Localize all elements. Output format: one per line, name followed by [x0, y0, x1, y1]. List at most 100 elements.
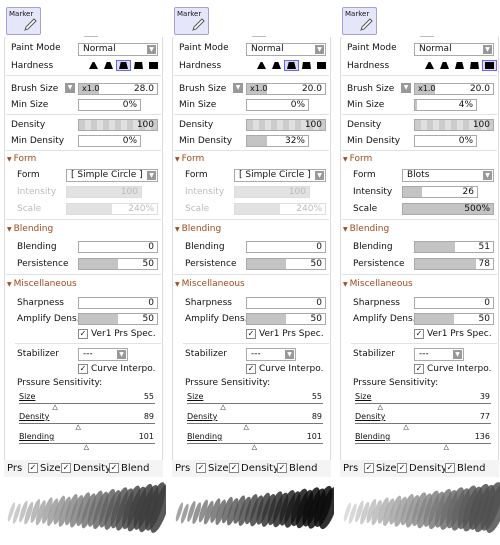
min-density-field[interactable]: 0% [414, 135, 477, 147]
persistence-field[interactable]: 50 [78, 258, 158, 270]
sharpness-field[interactable]: 0 [78, 297, 158, 309]
blending-field[interactable]: 0 [246, 241, 326, 253]
blending-field[interactable]: 0 [78, 241, 158, 253]
form-dropdown[interactable]: Blots ▼ [402, 169, 494, 182]
hardness-option-5[interactable] [314, 60, 329, 71]
hardness-option-3[interactable] [452, 60, 467, 71]
slider-handle-icon[interactable]: △ [84, 444, 89, 451]
hardness-option-4[interactable] [467, 60, 482, 71]
pressure-blending-slider[interactable] [355, 443, 491, 444]
density-label: Density [11, 120, 46, 130]
density-field[interactable]: 100 [246, 119, 326, 131]
hardness-option-1[interactable] [86, 60, 101, 71]
pressure-density-slider[interactable] [187, 423, 323, 424]
pressure-size-slider[interactable] [19, 403, 155, 404]
amplify-density-field[interactable]: 50 [414, 313, 494, 325]
slider-handle-icon[interactable]: △ [76, 424, 81, 431]
pressure-size-slider[interactable] [187, 403, 323, 404]
scale-field-fill [67, 204, 112, 214]
hardness-option-3[interactable] [116, 60, 131, 71]
hardness-option-5[interactable] [146, 60, 161, 71]
scale-field[interactable]: 500% [402, 203, 494, 215]
sharpness-field[interactable]: 0 [414, 297, 494, 309]
tool-name: Marker [177, 10, 202, 18]
checkmark-icon: ✓ [229, 463, 239, 473]
amplify-density-field[interactable]: 50 [246, 313, 326, 325]
hardness-option-1[interactable] [422, 60, 437, 71]
hardness-shape-icon [440, 62, 449, 69]
hardness-option-2[interactable] [269, 60, 284, 71]
brush-size-field[interactable]: 28.0 x1.0 [78, 83, 158, 95]
stabilizer-dropdown[interactable]: --- ▼ [78, 348, 128, 361]
pressure-density-slider[interactable] [19, 423, 155, 424]
slider-handle-icon[interactable]: △ [403, 424, 408, 431]
min-size-field[interactable]: 0% [78, 99, 141, 111]
brush-size-field[interactable]: 20.0 x1.0 [414, 83, 494, 95]
checkmark-icon: ✓ [196, 463, 206, 473]
miscellaneous-section-header[interactable]: Miscellaneous [7, 279, 77, 289]
amplify-density-field[interactable]: 50 [78, 313, 158, 325]
slider-handle-icon[interactable]: △ [220, 404, 225, 411]
brush-size-multiplier-button[interactable]: ▼ [65, 83, 75, 93]
paint-mode-dropdown[interactable]: Normal ▼ [246, 43, 326, 56]
tool-button-marker[interactable]: Marker [342, 7, 377, 35]
blending-section-header[interactable]: Blending [343, 224, 390, 234]
miscellaneous-section-header[interactable]: Miscellaneous [343, 279, 413, 289]
ver1-label: Ver1 Prs Spec. [259, 329, 324, 339]
brush-size-field[interactable]: 20.0 x1.0 [246, 83, 326, 95]
stabilizer-dropdown[interactable]: --- ▼ [246, 348, 296, 361]
intensity-field-value: 100 [120, 187, 138, 197]
min-density-field[interactable]: 0% [78, 135, 141, 147]
pressure-size-value: 55 [143, 392, 154, 401]
paint-mode-dropdown[interactable]: Normal ▼ [414, 43, 494, 56]
min-density-field[interactable]: 32% [246, 135, 309, 147]
hardness-option-4[interactable] [299, 60, 314, 71]
pressure-size-slider[interactable] [355, 403, 491, 404]
density-field-value: 100 [304, 120, 322, 130]
divider [342, 114, 497, 115]
paint-mode-dropdown[interactable]: Normal ▼ [78, 43, 158, 56]
intensity-label: Intensity [17, 187, 57, 197]
stabilizer-dropdown[interactable]: --- ▼ [414, 348, 464, 361]
amplify-density-label: Amplify Dens. [353, 314, 416, 324]
slider-handle-icon[interactable]: △ [443, 444, 448, 451]
pressure-blending-value: 101 [306, 432, 322, 441]
hardness-option-2[interactable] [437, 60, 452, 71]
blending-section-header[interactable]: Blending [175, 224, 222, 234]
blending-field[interactable]: 51 [414, 241, 494, 253]
hardness-option-2[interactable] [101, 60, 116, 71]
hardness-option-4[interactable] [131, 60, 146, 71]
slider-handle-icon[interactable]: △ [378, 404, 383, 411]
persistence-field[interactable]: 50 [246, 258, 326, 270]
brush-size-multiplier-button[interactable]: ▼ [401, 83, 411, 93]
brush-size-multiplier-button[interactable]: ▼ [233, 83, 243, 93]
min-size-field[interactable]: 4% [414, 99, 477, 111]
scale-field-value: 500% [464, 204, 490, 214]
prs-label: Prs [7, 463, 23, 474]
persistence-field[interactable]: 78 [414, 258, 494, 270]
form-section-header[interactable]: Form [343, 154, 373, 164]
min-size-field[interactable]: 0% [246, 99, 309, 111]
slider-handle-icon[interactable]: △ [252, 444, 257, 451]
pressure-density-slider[interactable] [355, 423, 491, 424]
intensity-field[interactable]: 26 [402, 186, 478, 198]
hardness-option-5[interactable] [482, 60, 497, 71]
form-section-header[interactable]: Form [7, 154, 37, 164]
hardness-option-3[interactable] [284, 60, 299, 71]
form-dropdown[interactable]: [ Simple Circle ] ▼ [234, 169, 326, 182]
slider-handle-icon[interactable]: △ [52, 404, 57, 411]
sharpness-field[interactable]: 0 [246, 297, 326, 309]
checkmark-icon: ✓ [414, 364, 424, 374]
tool-button-marker[interactable]: Marker [174, 7, 209, 35]
miscellaneous-section-header[interactable]: Miscellaneous [175, 279, 245, 289]
density-field[interactable]: 100 [78, 119, 158, 131]
hardness-option-1[interactable] [254, 60, 269, 71]
form-section-header[interactable]: Form [175, 154, 205, 164]
tool-button-marker[interactable]: Marker [6, 7, 41, 35]
form-dropdown[interactable]: [ Simple Circle ] ▼ [66, 169, 158, 182]
slider-handle-icon[interactable]: △ [244, 424, 249, 431]
sharpness-field-value: 0 [316, 298, 322, 308]
density-label: Density [179, 120, 214, 130]
density-field[interactable]: 100 [414, 119, 494, 131]
blending-section-header[interactable]: Blending [7, 224, 54, 234]
